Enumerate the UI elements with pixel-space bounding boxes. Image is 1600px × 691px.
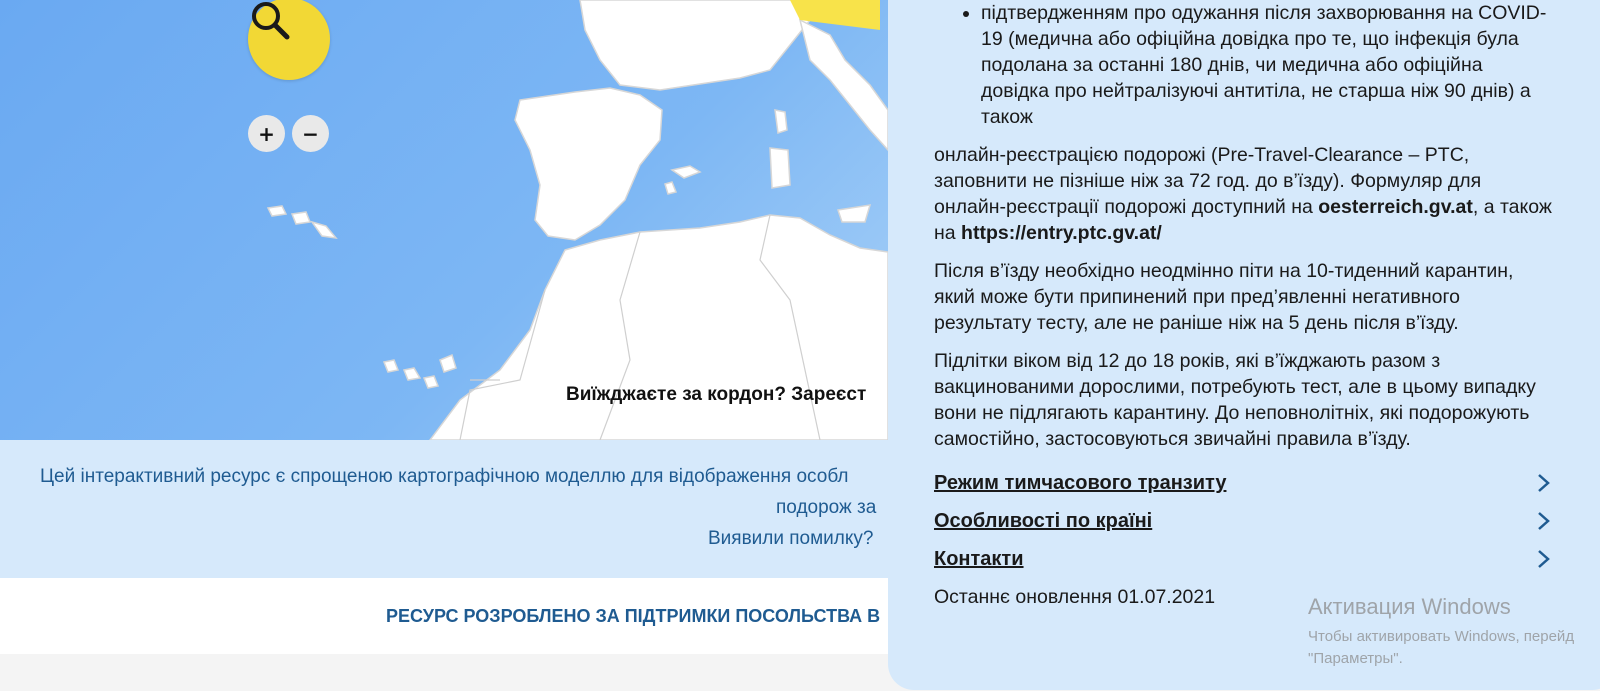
info-text: Цей інтерактивний ресурс є спрощеною кар… [40, 466, 849, 487]
link-country-specifics[interactable]: Особливості по країні [934, 502, 1554, 540]
land-corsica [774, 109, 788, 134]
link-label: Режим тимчасового транзиту [934, 472, 1227, 494]
ptc-entry-link: https://entry.ptc.gv.at/ [961, 222, 1162, 244]
zoom-in-button[interactable]: + [248, 115, 285, 152]
land-canary-4 [439, 353, 457, 373]
panel-content: підтвердженням про одужання після захвор… [934, 0, 1554, 610]
list-item: підтвердженням про одужання після захвор… [981, 0, 1554, 130]
chevron-right-icon [1538, 550, 1550, 568]
last-updated: Останнє оновлення 01.07.2021 [934, 586, 1216, 608]
link-label: Контакти [934, 548, 1024, 570]
link-label: Особливості по країні [934, 510, 1153, 532]
land-sicily [837, 204, 872, 223]
quarantine-paragraph: Після в’їзду необхідно неодмінно піти на… [934, 260, 1514, 334]
requirements-list: підтвердженням про одужання після захвор… [934, 0, 1554, 130]
land-azores-1 [266, 205, 288, 217]
minors-paragraph: Підлітки віком від 12 до 18 років, які в… [934, 350, 1536, 450]
land-central-europe [579, 0, 811, 91]
zoom-out-button[interactable]: − [292, 115, 329, 152]
land-canary-1 [382, 359, 400, 373]
panel-links: Режим тимчасового транзиту Особливості п… [934, 464, 1554, 578]
land-balearic [670, 165, 702, 179]
country-info-panel[interactable]: підтвердженням про одужання після захвор… [888, 0, 1600, 690]
credit-text: РЕСУРС РОЗРОБЛЕНО ЗА ПІДТРИМКИ ПОСОЛЬСТВ… [386, 606, 881, 626]
chevron-right-icon [1538, 512, 1550, 530]
ptc-paragraph: онлайн-реєстрацією подорожі (Pre-Travel-… [934, 142, 1554, 246]
ptc-site-link: oesterreich.gv.at [1318, 196, 1473, 218]
link-transit-regime[interactable]: Режим тимчасового транзиту [934, 464, 1554, 502]
land-canary-2 [402, 367, 422, 381]
report-error-link[interactable]: Виявили помилку? [708, 528, 873, 550]
chevron-right-icon [1538, 474, 1550, 492]
land-canary-3 [422, 375, 440, 389]
land-iberia [514, 87, 663, 241]
land-north-africa [429, 214, 889, 440]
land-balearic-2 [664, 181, 678, 195]
land-sardinia [769, 147, 791, 189]
info-text-continued: подорож за [776, 497, 877, 518]
land-italy [798, 18, 889, 152]
search-icon [252, 2, 290, 40]
land-azores-2 [290, 211, 312, 225]
register-prompt[interactable]: Виїжджаєте за кордон? Зареєст [566, 384, 866, 406]
search-button[interactable] [248, 0, 330, 80]
land-azores-3 [310, 220, 338, 240]
link-contacts[interactable]: Контакти [934, 540, 1554, 578]
